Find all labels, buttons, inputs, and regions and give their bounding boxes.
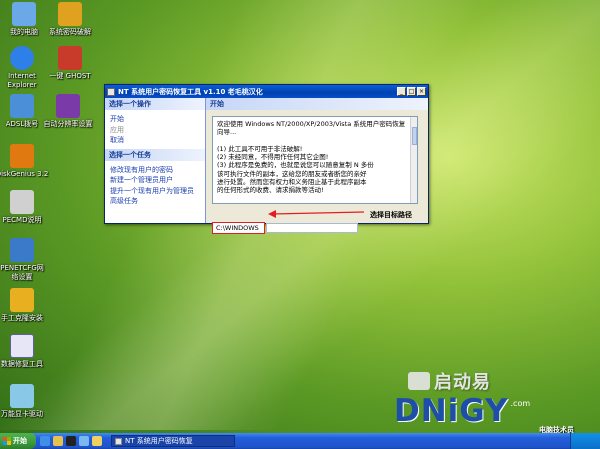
- desktop-icon-label: PENETCFG网络设置: [0, 264, 44, 281]
- display-icon: [56, 94, 80, 118]
- desktop-icon-password-crack[interactable]: 系统密码破解: [38, 2, 102, 37]
- task-label: NT 系统用户密码恢复: [125, 437, 193, 445]
- quicklaunch-explorer-icon[interactable]: [92, 436, 102, 446]
- desktop-icon-resolution[interactable]: 自动分辨率设置: [36, 94, 100, 129]
- qidongyi-logo: 启动易: [408, 368, 491, 394]
- annotation-label: 选择目标路径: [370, 211, 412, 219]
- main-pane: 开始 欢迎使用 Windows NT/2000/XP/2003/Vista 系统…: [206, 98, 428, 234]
- desktop-icon-data-repair[interactable]: 数据修复工具: [0, 334, 54, 369]
- quicklaunch-cmd-icon[interactable]: [66, 436, 76, 446]
- text-scrollbar[interactable]: [410, 117, 417, 203]
- desktop-icon-pecmd[interactable]: PECMD说明: [0, 190, 54, 225]
- op-start-link[interactable]: 开始: [110, 114, 205, 125]
- path-extension-field: [266, 223, 358, 233]
- quicklaunch-ie-icon[interactable]: [40, 436, 50, 446]
- network-icon: [10, 94, 34, 118]
- operation-list: 开始 应用 取消: [105, 110, 205, 149]
- computer-icon: [12, 2, 36, 26]
- desktop-icon-clone-install[interactable]: 手工克隆安装: [0, 288, 54, 323]
- internet-explorer-icon: [10, 46, 34, 70]
- dnigy-text: DNiGY: [394, 393, 509, 429]
- task-change-password-link[interactable]: 修改现有用户的密码: [110, 165, 205, 176]
- quick-launch: [40, 436, 105, 446]
- taskbar-item-password-recovery[interactable]: NT 系统用户密码恢复: [111, 435, 235, 447]
- task-new-admin-link[interactable]: 新建一个管理员用户: [110, 175, 205, 186]
- desktop-icon-label: 万能显卡驱动: [1, 410, 43, 418]
- start-label: 开始: [13, 437, 27, 445]
- key-icon: [58, 2, 82, 26]
- desktop-icon-ghost[interactable]: 一键 GHOST: [38, 46, 102, 81]
- hand-icon: [10, 288, 34, 312]
- ghost-icon: [58, 46, 82, 70]
- window-title: NT 系统用户密码恢复工具 v1.10 老毛桃汉化: [118, 87, 263, 96]
- start-button[interactable]: 开始: [0, 433, 36, 449]
- maximize-button[interactable]: □: [407, 87, 416, 96]
- desktop-icon-label: PECMD说明: [2, 216, 42, 224]
- task-advanced-link[interactable]: 高级任务: [110, 196, 205, 207]
- window-titlebar[interactable]: NT 系统用户密码恢复工具 v1.10 老毛桃汉化 _ □ ×: [105, 85, 428, 98]
- system-tray: [570, 433, 600, 449]
- taskbar: 开始 NT 系统用户密码恢复: [0, 433, 600, 449]
- network-settings-icon: [10, 238, 34, 262]
- window-app-icon: [107, 87, 115, 96]
- desktop-icon-label: Internet Explorer: [7, 72, 37, 89]
- desktop-icon-label: 自动分辨率设置: [43, 120, 93, 128]
- desktop-icon-label: DiskGenius 3.2: [0, 170, 49, 178]
- password-recovery-window[interactable]: NT 系统用户密码恢复工具 v1.10 老毛桃汉化 _ □ × 选择一个操作 开…: [104, 84, 429, 234]
- task-app-icon: [115, 437, 122, 445]
- windows-path-combo[interactable]: C:\WINDOWS: [212, 222, 265, 234]
- close-button[interactable]: ×: [417, 87, 426, 96]
- windows-logo-icon: [3, 437, 11, 445]
- scrollbar-thumb[interactable]: [412, 127, 417, 145]
- task-pane: 选择一个操作 开始 应用 取消 选择一个任务 修改现有用户的密码 新建一个管理员…: [105, 98, 206, 223]
- desktop-icon-label: 手工克隆安装: [1, 314, 43, 322]
- minimize-button[interactable]: _: [397, 87, 406, 96]
- qidongyi-text: 启动易: [434, 372, 491, 393]
- desktop-icon-label: 数据修复工具: [1, 360, 43, 368]
- desktop-icon-penetcfg[interactable]: PENETCFG网络设置: [0, 238, 54, 282]
- op-apply-link: 应用: [110, 125, 124, 134]
- qidongyi-mark-icon: [408, 372, 430, 390]
- op-cancel-link[interactable]: 取消: [110, 135, 205, 146]
- desktop-icon-label: 一键 GHOST: [49, 72, 91, 80]
- quicklaunch-desktop-icon[interactable]: [79, 436, 89, 446]
- repair-icon: [10, 334, 34, 358]
- disk-icon: [10, 144, 34, 168]
- quicklaunch-folder-icon[interactable]: [53, 436, 63, 446]
- desktop-icon-label: 系统密码破解: [49, 28, 91, 36]
- task-list: 修改现有用户的密码 新建一个管理员用户 提升一个现有用户为管理员 高级任务: [105, 161, 205, 210]
- task-section-title: 选择一个任务: [105, 148, 205, 161]
- welcome-text-box[interactable]: 欢迎使用 Windows NT/2000/XP/2003/Vista 系统用户密…: [212, 116, 418, 204]
- dnigy-com: .com: [510, 399, 531, 408]
- desktop-icon-diskgenius[interactable]: DiskGenius 3.2: [0, 144, 54, 179]
- main-pane-title: 开始: [206, 98, 428, 110]
- driver-icon: [10, 384, 34, 408]
- desktop-icon-display-driver[interactable]: 万能显卡驱动: [0, 384, 54, 419]
- welcome-text: 欢迎使用 Windows NT/2000/XP/2003/Vista 系统用户密…: [217, 120, 406, 203]
- dnigy-logo: DNiGY .com: [394, 393, 531, 429]
- document-icon: [10, 190, 34, 214]
- task-promote-admin-link[interactable]: 提升一个现有用户为管理员: [110, 186, 205, 197]
- operation-section-title: 选择一个操作: [105, 98, 205, 110]
